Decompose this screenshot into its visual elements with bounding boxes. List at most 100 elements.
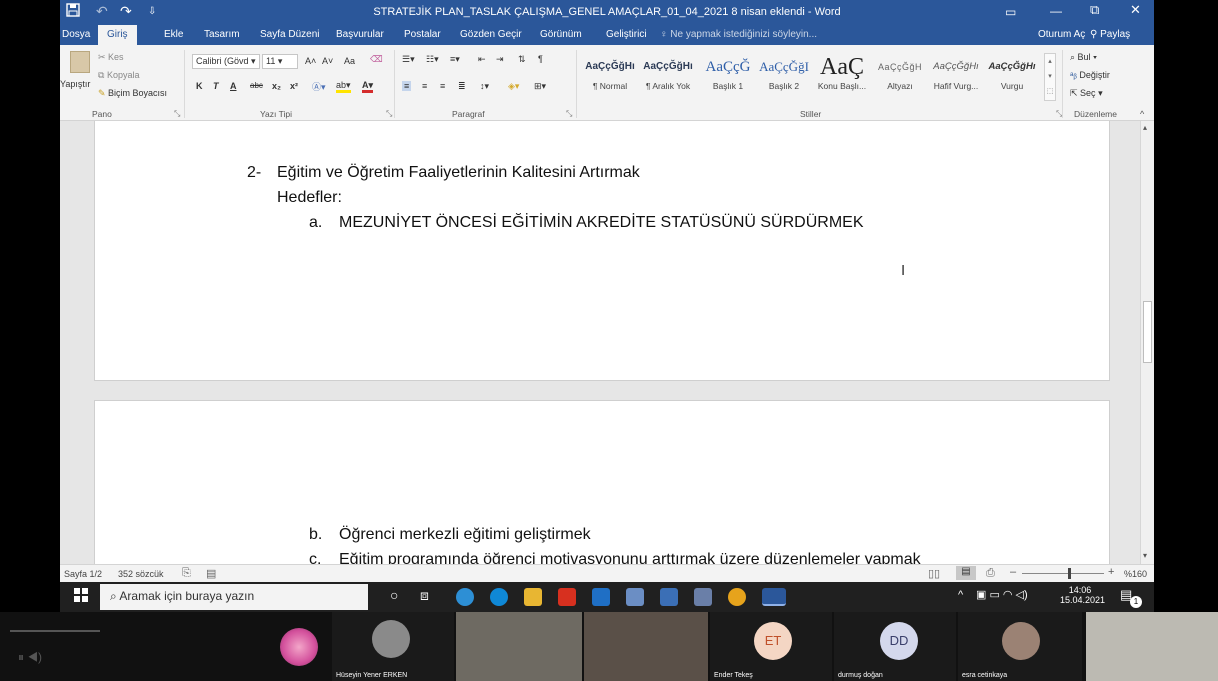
media-controls-icon[interactable]: ⏸ ◀) [18,650,42,665]
subscript-button[interactable]: x₂ [272,81,281,91]
collapse-ribbon-icon[interactable]: ^ [1140,109,1144,119]
taskbar-clock[interactable]: 14:06 15.04.2021 [1060,585,1105,605]
zoom-slider-thumb[interactable] [1068,568,1071,579]
style-heading1[interactable]: AaÇçĞ Başlık 1 [700,53,756,101]
participant-tile[interactable]: esra cetinkaya [958,612,1082,681]
word-taskbar-icon[interactable] [762,588,786,606]
font-size-combo[interactable]: 11 ▾ [262,54,298,69]
tab-file[interactable]: Dosya [62,29,90,40]
clear-formatting-icon[interactable]: ⌫ [370,54,383,65]
photos-icon[interactable] [626,588,644,606]
page-2[interactable]: b. Öğrenci merkezli eğitimi geliştirmek … [94,400,1110,564]
find-button[interactable]: ⌕ Bul ▾ [1070,52,1097,63]
borders-icon[interactable]: ⊞▾ [534,81,546,92]
tray-icons[interactable]: ▣ ▭ ◠ ◁) [976,588,1028,601]
close-button[interactable]: ✕ [1130,2,1141,18]
paste-icon[interactable] [70,51,90,73]
italic-button[interactable]: T [213,81,219,91]
shrink-font-button[interactable]: A˅ [322,56,333,66]
participant-tile[interactable]: ET Ender Tekeş [710,612,832,681]
zoom-level[interactable]: %160 [1124,569,1147,579]
participant-video-tile[interactable] [584,612,708,681]
font-color-icon[interactable]: A▾ [362,80,374,93]
scroll-thumb[interactable] [1143,301,1152,363]
align-center-icon[interactable]: ≡ [422,81,427,91]
participant-video-tile[interactable] [456,612,582,681]
participant-tile[interactable]: DD durmuş doğan [834,612,956,681]
mail-icon[interactable] [592,588,610,606]
highlight-icon[interactable]: ab▾ [336,80,351,93]
superscript-button[interactable]: x² [290,81,298,91]
chrome-icon[interactable] [728,588,746,606]
taskbar-search-box[interactable]: ⌕ Aramak için buraya yazın [100,584,368,610]
justify-icon[interactable]: ≣ [458,81,466,92]
tab-design[interactable]: Tasarım [204,29,240,40]
web-layout-icon[interactable]: ⎙ [986,567,995,580]
style-emphasis[interactable]: AaÇçĞğHı Vurgu [984,53,1040,101]
cut-button[interactable]: ✂ Kes [98,52,124,63]
edge-icon[interactable] [490,588,508,606]
acrobat-icon[interactable] [558,588,576,606]
style-subtle-emphasis[interactable]: AaÇçĞğHı Hafif Vurg... [928,53,984,101]
decrease-indent-icon[interactable]: ⇤ [478,54,486,65]
style-title[interactable]: AaÇ Konu Başlı... [814,53,870,101]
tab-view[interactable]: Görünüm [540,29,582,40]
macro-record-icon[interactable]: ▤ [206,567,216,580]
format-painter-button[interactable]: ✎ Biçim Boyacısı [98,88,167,99]
style-heading2[interactable]: AaÇçĞğI Başlık 2 [756,53,812,101]
style-no-spacing[interactable]: AaÇçĞğHı ¶ Aralık Yok [640,53,696,101]
tab-layout[interactable]: Sayfa Düzeni [260,29,319,40]
cortana-icon[interactable]: ○ [390,587,398,603]
bold-button[interactable]: K [196,81,203,91]
font-name-combo[interactable]: Calibri (Gövd ▾ [192,54,260,69]
sign-in-link[interactable]: Oturum Aç [1038,29,1085,40]
tab-home[interactable]: Giriş [98,25,137,45]
line-spacing-icon[interactable]: ↕▾ [480,81,489,92]
tab-references[interactable]: Başvurular [336,29,384,40]
media-progress[interactable] [10,630,100,632]
change-case-button[interactable]: Aa [344,56,355,66]
participant-tile[interactable] [210,612,330,681]
copy-button[interactable]: ⧉ Kopyala [98,70,139,81]
tab-review[interactable]: Gözden Geçir [460,29,522,40]
sort-icon[interactable]: ⇅ [518,54,526,65]
paragraph-dialog-launcher-icon[interactable]: ⤡ [566,109,572,119]
scroll-down-arrow[interactable]: ▾ [1143,551,1147,560]
tab-insert[interactable]: Ekle [164,29,183,40]
dialog-launcher-icon[interactable]: ⤡ [174,109,180,119]
paint-icon[interactable] [694,588,712,606]
windows-start-icon[interactable] [74,588,88,607]
page-1[interactable]: 2- Eğitim ve Öğretim Faaliyetlerinin Kal… [94,121,1110,381]
grow-font-button[interactable]: A˄ [305,56,316,66]
task-view-icon[interactable]: ⧈ [420,587,429,604]
style-normal[interactable]: AaÇçĞğHı ¶ Normal [582,53,638,101]
zoom-in-icon[interactable]: + [1108,566,1114,578]
replace-button[interactable]: ᵃᵦ Değiştir [1070,70,1110,80]
word-count[interactable]: 352 sözcük [118,569,164,579]
bullets-icon[interactable]: ☰▾ [402,54,415,65]
zoom-slider[interactable] [1022,573,1104,574]
font-dialog-launcher-icon[interactable]: ⤡ [386,109,392,119]
text-effects-icon[interactable]: Ⓐ▾ [312,80,326,93]
share-button[interactable]: ⚲ Paylaş [1090,29,1130,40]
minimize-button[interactable]: — [1050,4,1062,18]
multilevel-list-icon[interactable]: ≡▾ [450,54,460,65]
participant-tile[interactable]: Hüseyin Yener ERKEN [332,612,454,681]
ribbon-display-options-icon[interactable]: ▭ [1005,5,1016,19]
zoom-out-icon[interactable]: – [1010,566,1016,578]
numbering-icon[interactable]: ☷▾ [426,54,439,65]
page-indicator[interactable]: Sayfa 1/2 [64,569,102,579]
style-subtitle[interactable]: AaÇçĞğH Altyazı [872,53,928,101]
align-left-icon[interactable]: ≡ [402,81,412,91]
strikethrough-button[interactable]: abc [250,81,263,90]
scroll-up-arrow[interactable]: ▴ [1143,123,1147,132]
underline-button[interactable]: A [230,81,237,91]
tab-mailings[interactable]: Postalar [404,29,441,40]
print-layout-icon[interactable]: ▤ [956,566,976,580]
tab-developer[interactable]: Geliştirici [606,29,647,40]
participant-video-tile[interactable] [1086,612,1218,681]
paste-button[interactable]: Yapıştır [60,79,90,89]
maximize-button[interactable]: ⧉ [1090,2,1099,18]
read-mode-icon[interactable]: ▯▯ [928,567,940,580]
select-button[interactable]: ⇱ Seç ▾ [1070,88,1103,99]
